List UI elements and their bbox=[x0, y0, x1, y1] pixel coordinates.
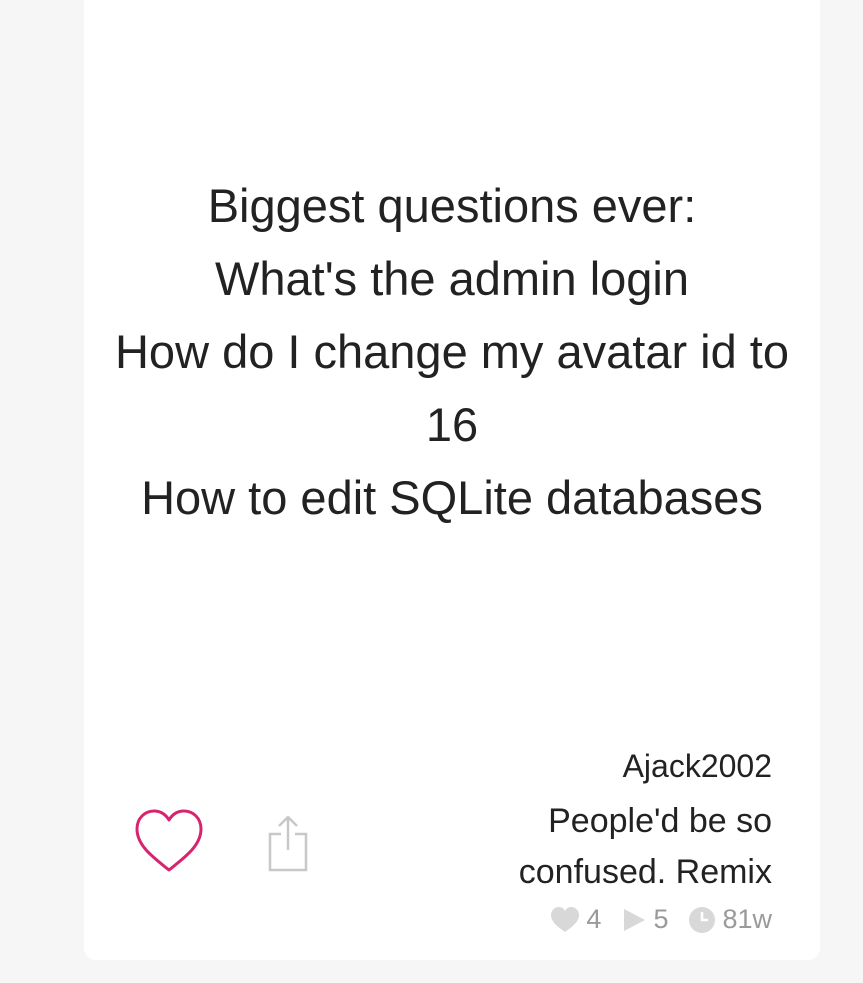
artwork-line: Biggest questions ever: bbox=[207, 179, 697, 232]
caption: People'd be so confused. Remix bbox=[518, 802, 772, 891]
like-button[interactable] bbox=[134, 808, 204, 874]
post-info: Ajack2002 People'd be so confused. Remix… bbox=[452, 746, 772, 935]
username[interactable]: Ajack2002 bbox=[452, 746, 772, 786]
post-card: Biggest questions ever: What's the admin… bbox=[84, 0, 820, 960]
clock-icon bbox=[689, 906, 716, 933]
heart-icon bbox=[551, 907, 580, 932]
post-artwork[interactable]: Biggest questions ever: What's the admin… bbox=[84, 0, 820, 708]
artwork-line: How do I change my avatar id to bbox=[114, 325, 790, 378]
artwork-line: How to edit SQLite databases bbox=[141, 471, 763, 524]
plays-stat: 5 bbox=[621, 904, 668, 935]
likes-stat: 4 bbox=[550, 904, 601, 935]
post-stats: 4 5 81w bbox=[452, 904, 772, 935]
share-button[interactable] bbox=[266, 814, 310, 872]
age-label: 81w bbox=[722, 904, 772, 934]
artwork-line: What's the admin login bbox=[215, 252, 689, 305]
share-icon bbox=[268, 815, 308, 872]
play-icon bbox=[624, 908, 646, 931]
heart-outline-icon bbox=[135, 809, 203, 872]
age-stat: 81w bbox=[688, 904, 772, 935]
artwork-line: 16 bbox=[425, 398, 479, 451]
artwork-text: Biggest questions ever: What's the admin… bbox=[84, 169, 820, 534]
likes-count: 4 bbox=[586, 904, 602, 934]
plays-count: 5 bbox=[653, 904, 669, 934]
